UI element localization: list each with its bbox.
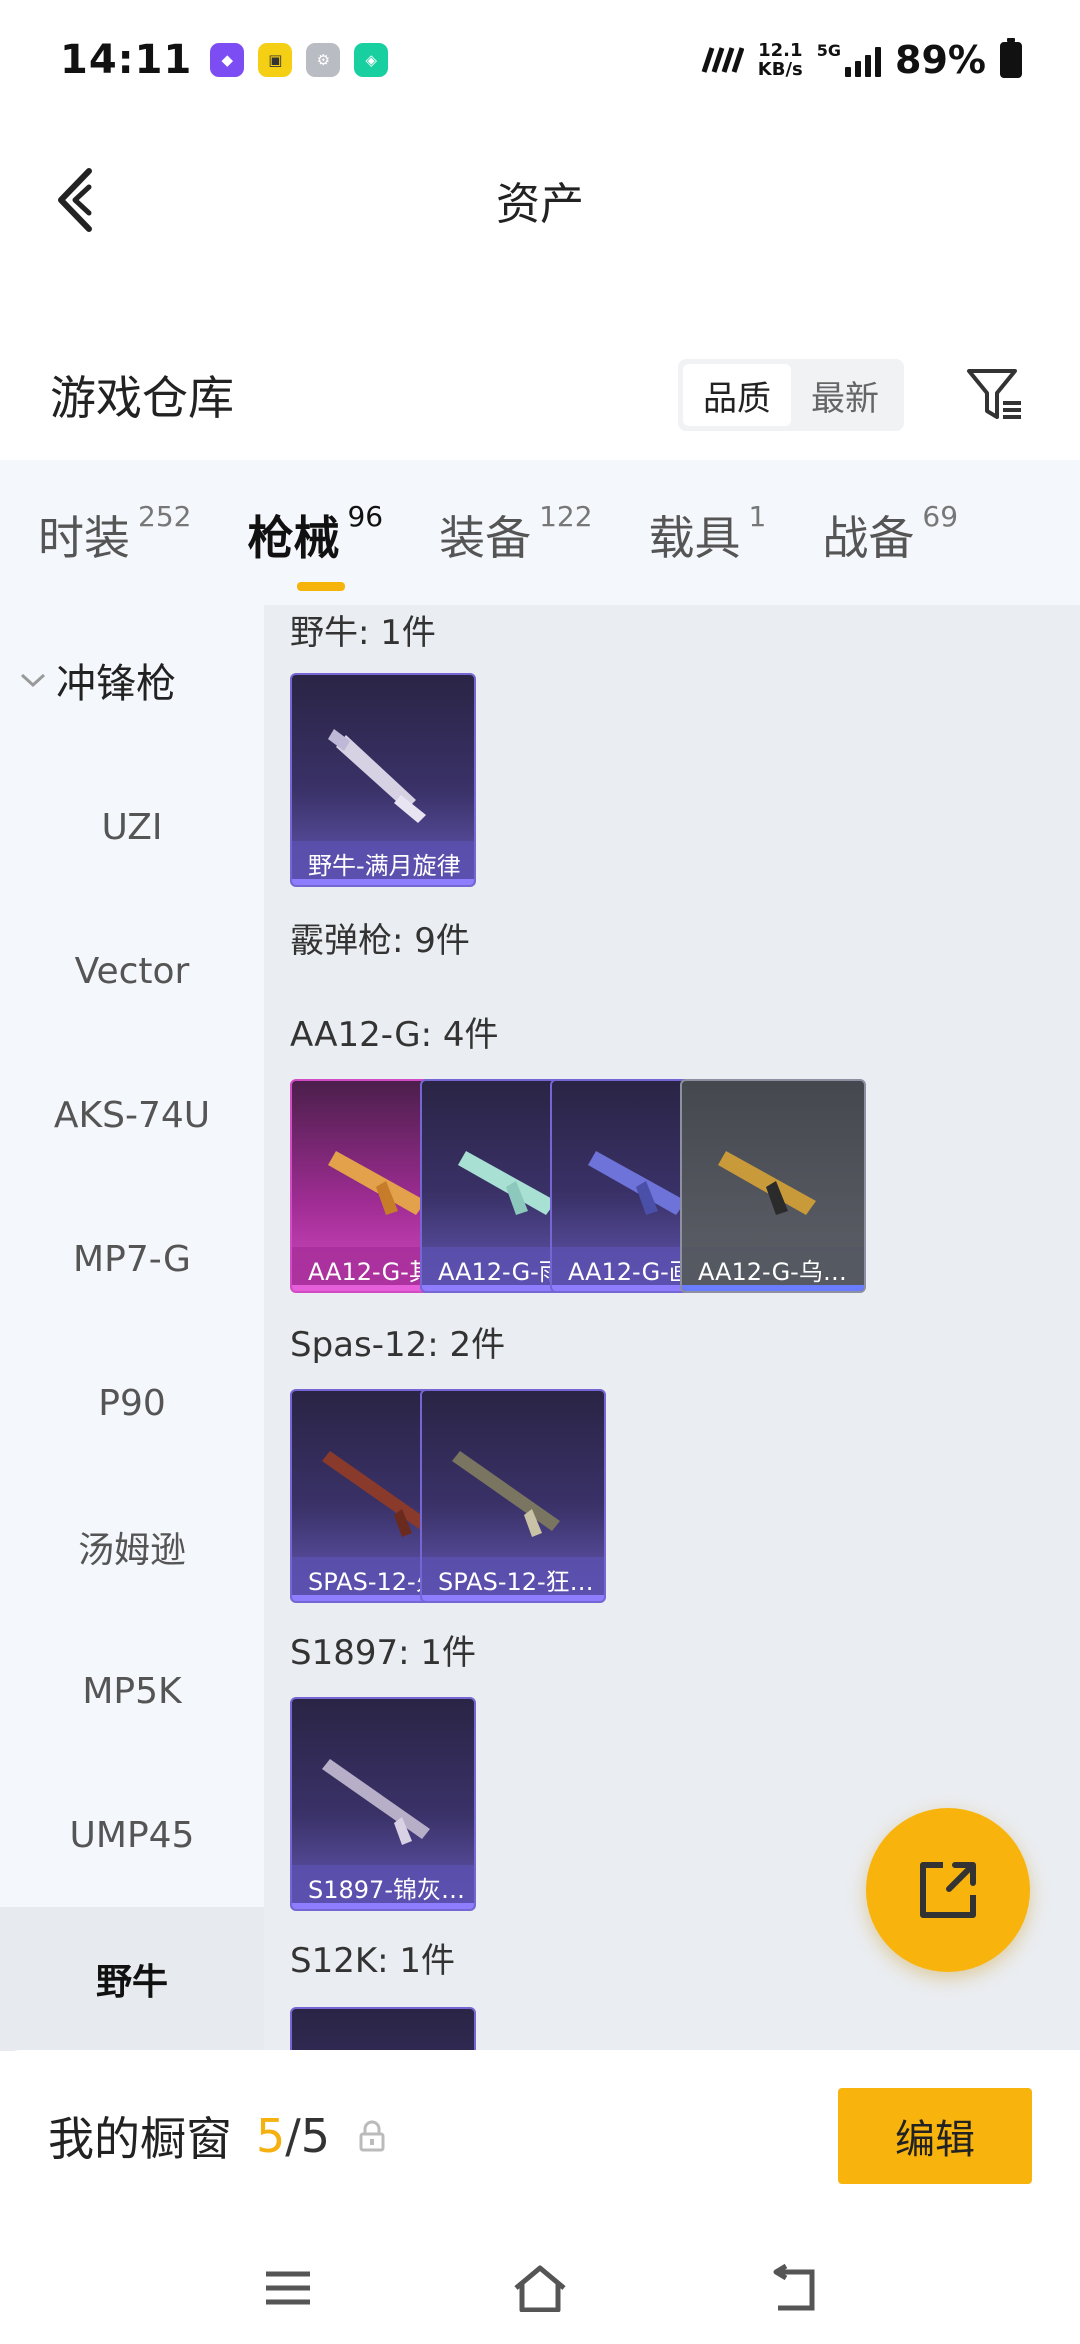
tab-count: 96 (347, 500, 384, 533)
tab-count: 252 (138, 500, 192, 533)
sort-newest[interactable]: 最新 (791, 364, 899, 426)
app-icon-2: ▣ (258, 43, 293, 77)
weapon-sidebar: 冲锋枪 UZI Vector AKS-74U MP7-G P90 汤姆逊 MP5… (0, 605, 264, 2051)
showcase-title: 我的橱窗 (48, 2112, 232, 2166)
nfc-icon (701, 47, 744, 73)
sidebar-item-uzi[interactable]: UZI (0, 755, 264, 899)
card-rarity-stripe (292, 1903, 474, 1909)
card-rarity-stripe (292, 879, 474, 885)
category-tabs: 时装 252 枪械 96 装备 122 载具 1 战备 69 (0, 460, 1080, 605)
nav-home-button[interactable] (510, 2258, 570, 2318)
signal-icon: 5G (816, 41, 882, 77)
tab-label: 战备 (822, 511, 915, 565)
sort-toggle: 品质 最新 (678, 359, 904, 431)
tab-count: 1 (748, 500, 767, 533)
section-title-shotgun: 霰弹枪: 9件 (290, 921, 470, 961)
edit-button[interactable]: 编辑 (838, 2088, 1032, 2184)
battery-percent: 89% (895, 38, 986, 82)
net-speed: 12.1 KB/s (758, 41, 803, 79)
weapon-card[interactable]: AA12-G-乌… (680, 1079, 866, 1293)
section-title-bizon: 野牛: 1件 (290, 613, 436, 653)
sidebar-item-thompson[interactable]: 汤姆逊 (0, 1475, 264, 1619)
tab-label: 载具 (648, 511, 741, 565)
sort-quality[interactable]: 品质 (683, 364, 791, 426)
sidebar-item-p90[interactable]: P90 (0, 1331, 264, 1475)
warehouse-title: 游戏仓库 (50, 371, 234, 425)
lock-icon (352, 2116, 392, 2156)
sidebar-group-label: 冲锋枪 (56, 661, 176, 707)
sidebar-item-mp5k[interactable]: MP5K (0, 1619, 264, 1763)
app-icon-4: ◈ (354, 43, 389, 77)
showcase-bar: 我的橱窗 5/5 编辑 (0, 2050, 1080, 2222)
showcase-count: 5/5 (256, 2109, 330, 2163)
net-speed-unit: KB/s (757, 59, 803, 80)
tab-label: 时装 (38, 511, 130, 565)
tab-count: 69 (922, 500, 959, 533)
chevron-down-icon (20, 673, 46, 688)
tab-label: 枪械 (247, 511, 340, 565)
tab-supplies[interactable]: 战备 69 (784, 500, 976, 568)
status-app-icons: ◆ ▣ ⚙ ◈ (210, 43, 389, 77)
gun-skin-image (452, 1451, 560, 1537)
sidebar-item-aks74u[interactable]: AKS-74U (0, 1043, 264, 1187)
showcase-total: 5 (300, 2109, 331, 2163)
card-rarity-stripe (422, 1595, 604, 1601)
filter-button[interactable] (960, 360, 1030, 430)
warehouse-header: 游戏仓库 品质 最新 (0, 340, 1080, 450)
back-button[interactable] (40, 160, 110, 240)
status-bar: 14:11 ◆ ▣ ⚙ ◈ 12.1 KB/s 5G 89% (0, 0, 1080, 120)
filter-icon (967, 369, 1021, 419)
tab-guns[interactable]: 枪械 96 (209, 500, 401, 591)
app-icon-1: ◆ (210, 43, 245, 77)
sidebar-item-mp7g[interactable]: MP7-G (0, 1187, 264, 1331)
page-title: 资产 (496, 179, 584, 230)
battery-icon (1000, 38, 1022, 78)
card-rarity-stripe (682, 1285, 864, 1291)
back-icon (773, 2264, 815, 2311)
back-arrow-icon (58, 168, 92, 232)
nav-menu-button[interactable] (258, 2258, 318, 2318)
net-speed-value: 12.1 (758, 40, 803, 61)
weapon-card[interactable]: 野牛-满月旋律 (290, 673, 476, 887)
sidebar-item-ump45[interactable]: UMP45 (0, 1763, 264, 1907)
gun-skin-image (718, 1151, 816, 1215)
section-title-s12k: S12K: 1件 (290, 1941, 456, 1981)
gun-skin-image (328, 729, 426, 823)
tab-fashion[interactable]: 时装 252 (0, 500, 209, 568)
tab-label: 装备 (439, 511, 532, 565)
home-icon (514, 2265, 566, 2312)
sidebar-item-bizon[interactable]: 野牛 (0, 1907, 264, 2051)
share-icon (920, 1862, 976, 1918)
gun-skin-image (322, 1759, 430, 1845)
menu-icon (266, 2271, 310, 2305)
weapon-card[interactable]: SPAS-12-狂… (420, 1389, 606, 1603)
nav-back-button[interactable] (762, 2258, 822, 2318)
section-title-s1897: S1897: 1件 (290, 1633, 477, 1673)
section-title-spas12: Spas-12: 2件 (290, 1325, 506, 1365)
showcase-separator: / (285, 2109, 301, 2163)
share-fab-button[interactable] (866, 1808, 1030, 1972)
network-type: 5G (816, 41, 842, 60)
active-tab-indicator (297, 582, 346, 591)
tab-count: 122 (539, 500, 593, 533)
sidebar-item-vector[interactable]: Vector (0, 899, 264, 1043)
status-time: 14:11 (60, 37, 193, 83)
tab-equipment[interactable]: 装备 122 (401, 500, 610, 568)
title-bar: 资产 (0, 140, 1080, 260)
showcase-current: 5 (256, 2109, 286, 2163)
weapon-card[interactable] (290, 2007, 476, 2050)
section-title-aa12g: AA12-G: 4件 (290, 1015, 499, 1055)
tab-vehicles[interactable]: 载具 1 (611, 500, 785, 568)
sidebar-group-smg[interactable]: 冲锋枪 (0, 605, 264, 755)
app-icon-3: ⚙ (306, 43, 341, 77)
weapon-card[interactable]: S1897-锦灰… (290, 1697, 476, 1911)
system-nav-bar (0, 2222, 1080, 2344)
